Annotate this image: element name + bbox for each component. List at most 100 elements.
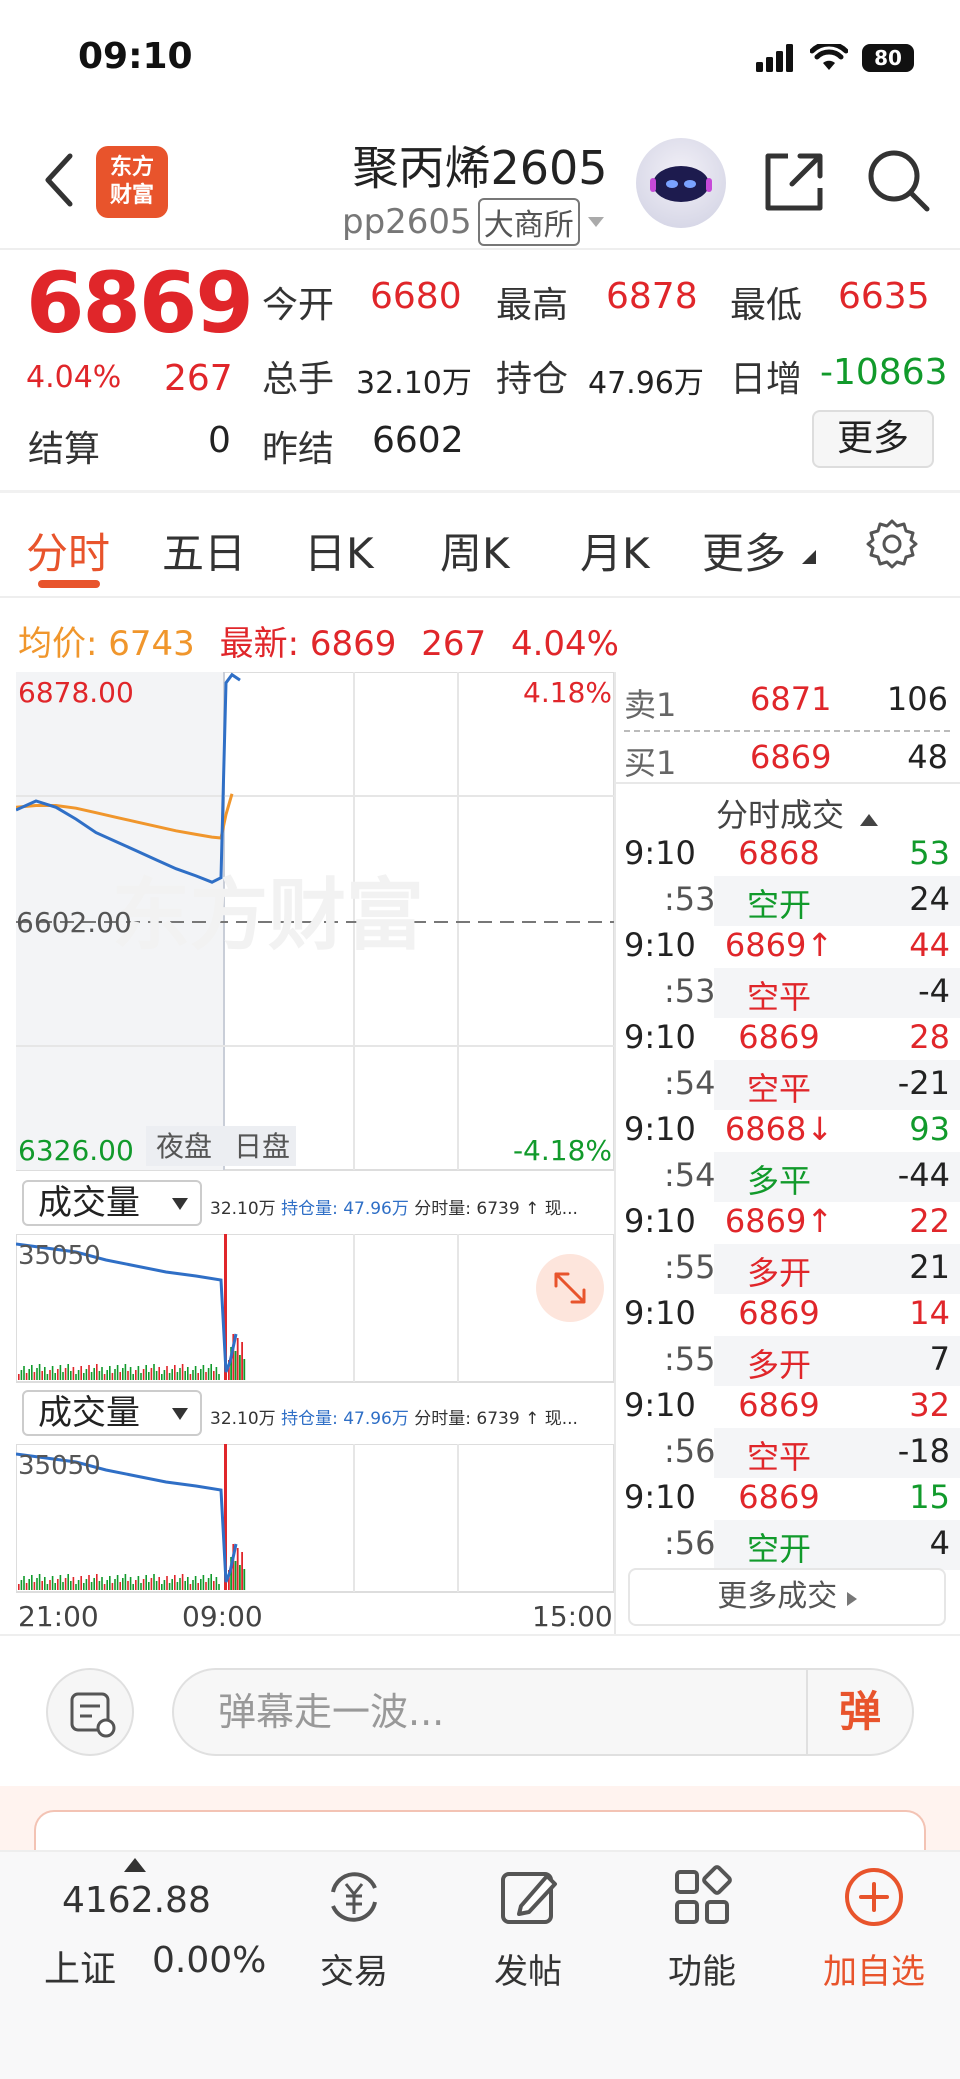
volume-total: 32.10万 bbox=[210, 1199, 276, 1219]
index-name[interactable]: 上证 bbox=[44, 1940, 116, 1992]
volume-bar bbox=[77, 1370, 80, 1380]
trade-volume: 93 bbox=[909, 1110, 950, 1148]
search-icon[interactable] bbox=[866, 148, 932, 214]
trade-time: 9:10 bbox=[624, 1018, 696, 1056]
volume-bar bbox=[166, 1366, 168, 1380]
nav-features[interactable]: 功能 bbox=[632, 1862, 772, 1993]
settings-gear-icon[interactable] bbox=[866, 518, 918, 570]
open-value: 6680 bbox=[370, 276, 462, 317]
trade-time: 9:10 bbox=[624, 1386, 696, 1424]
nav-add-watchlist[interactable]: 加自选 bbox=[804, 1862, 944, 1993]
index-expand-icon[interactable] bbox=[124, 1858, 146, 1872]
chart-watermark: 东方财富 bbox=[112, 871, 424, 961]
day-session-label: 日盘 bbox=[234, 1130, 290, 1163]
ask-label: 卖1 bbox=[624, 686, 677, 724]
trade-row: :56 空开 4 bbox=[624, 1520, 960, 1570]
wifi-icon bbox=[810, 44, 848, 70]
nav-trade[interactable]: 交易 bbox=[284, 1862, 424, 1993]
volume-bar bbox=[41, 1581, 43, 1590]
volume-bar bbox=[67, 1364, 69, 1380]
oi-text: 持仓量: 47.96万 bbox=[281, 1409, 409, 1429]
volume-bar bbox=[75, 1584, 77, 1590]
tab-weekly-k[interactable]: 周K bbox=[440, 520, 510, 581]
volume-indicator-select-2[interactable]: 成交量 bbox=[22, 1390, 202, 1436]
tab-daily-k[interactable]: 日K bbox=[304, 520, 374, 581]
trade-price: 空平 bbox=[746, 978, 811, 1016]
volume-bar bbox=[46, 1374, 49, 1380]
volume-bar bbox=[181, 1364, 184, 1380]
y-mid-label: 6602.00 bbox=[16, 906, 132, 939]
tab-more[interactable]: 更多 bbox=[702, 520, 786, 581]
volume-bar bbox=[111, 1373, 114, 1380]
share-icon[interactable] bbox=[762, 150, 826, 214]
volume-bar bbox=[176, 1582, 179, 1590]
contract-subtitle[interactable]: pp2605 大商所 bbox=[342, 198, 606, 246]
comment-settings-button[interactable] bbox=[46, 1668, 134, 1756]
volume-bar bbox=[18, 1374, 20, 1380]
trade-price: 多开 bbox=[746, 1254, 811, 1292]
trade-volume: -18 bbox=[897, 1432, 950, 1470]
volume-bar bbox=[137, 1576, 140, 1590]
settle-value: 0 bbox=[208, 420, 231, 461]
trade-price: 空平 bbox=[746, 1438, 811, 1476]
low-value: 6635 bbox=[838, 276, 930, 317]
trade-price: 6869↑ bbox=[724, 926, 834, 964]
volume-bar bbox=[127, 1371, 129, 1380]
volume-bar bbox=[189, 1584, 192, 1590]
trade-volume: -4 bbox=[918, 972, 950, 1010]
volume-bar bbox=[145, 1575, 147, 1590]
volume-bar bbox=[213, 1581, 215, 1590]
volume-bar bbox=[93, 1368, 95, 1380]
volume-bar bbox=[36, 1368, 38, 1380]
volume-bar bbox=[41, 1371, 43, 1380]
volume-bar bbox=[129, 1367, 132, 1380]
volume-bar bbox=[155, 1581, 158, 1590]
assistant-robot-icon[interactable] bbox=[636, 138, 726, 228]
danmu-send-button[interactable]: 弹 bbox=[806, 1670, 912, 1754]
dropdown-icon bbox=[172, 1198, 188, 1210]
trade-time: :55 bbox=[664, 1248, 716, 1286]
trade-time: 9:10 bbox=[624, 1294, 696, 1332]
volume-bar bbox=[49, 1370, 51, 1380]
latest-change: 267 bbox=[421, 624, 487, 664]
volume-bar bbox=[44, 1577, 46, 1590]
volume-bar bbox=[132, 1584, 134, 1590]
intraday-chart[interactable]: 东方财富 6878.00 6602.00 6326.00 4.18% -4.18… bbox=[16, 672, 616, 1172]
volume-bar bbox=[197, 1373, 199, 1380]
trade-time: :54 bbox=[664, 1156, 716, 1194]
volume-bar bbox=[44, 1367, 46, 1380]
volume-bar bbox=[150, 1578, 153, 1590]
volume-bar bbox=[96, 1574, 98, 1590]
volume-chart-2[interactable]: 35050 bbox=[16, 1444, 616, 1594]
ask-price: 6871 bbox=[750, 680, 832, 718]
volume-bar bbox=[116, 1575, 119, 1590]
danmu-button-label: 弹 bbox=[838, 1687, 881, 1736]
more-quote-button[interactable]: 更多 bbox=[812, 410, 934, 468]
volume-bar bbox=[90, 1372, 93, 1380]
trades-title[interactable]: 分时成交 bbox=[716, 790, 879, 836]
low-label: 最低 bbox=[730, 285, 803, 326]
volume-bar bbox=[202, 1575, 205, 1590]
pct-bottom-label: -4.18% bbox=[513, 1134, 612, 1167]
volume-indicator-select-1[interactable]: 成交量 bbox=[22, 1180, 202, 1226]
tab-five-day[interactable]: 五日 bbox=[162, 520, 246, 581]
tab-monthly-k[interactable]: 月K bbox=[580, 520, 650, 581]
nav-post[interactable]: 发帖 bbox=[458, 1862, 598, 1993]
danmu-input[interactable]: 弹幕走一波... bbox=[172, 1668, 914, 1756]
volume-bar bbox=[176, 1372, 179, 1380]
trade-price: 6869 bbox=[738, 1386, 820, 1424]
trade-time: 9:10 bbox=[624, 834, 696, 872]
volume-bar bbox=[243, 1569, 246, 1590]
volume-bar bbox=[215, 1577, 218, 1590]
trade-volume: 32 bbox=[909, 1386, 950, 1424]
volume-chart-1[interactable]: 35050 bbox=[16, 1234, 616, 1384]
volume-bar bbox=[70, 1581, 72, 1590]
more-trades-button[interactable]: 更多成交 bbox=[628, 1568, 946, 1626]
tab-intraday[interactable]: 分时 bbox=[26, 520, 110, 581]
volume-bar bbox=[187, 1577, 189, 1590]
trade-volume: 24 bbox=[909, 880, 950, 918]
volume-bar bbox=[168, 1583, 171, 1590]
trade-volume: 21 bbox=[909, 1248, 950, 1286]
chevron-right-icon bbox=[846, 1592, 857, 1606]
trade-row: 9:10 6868↓ 93 bbox=[624, 1110, 950, 1156]
